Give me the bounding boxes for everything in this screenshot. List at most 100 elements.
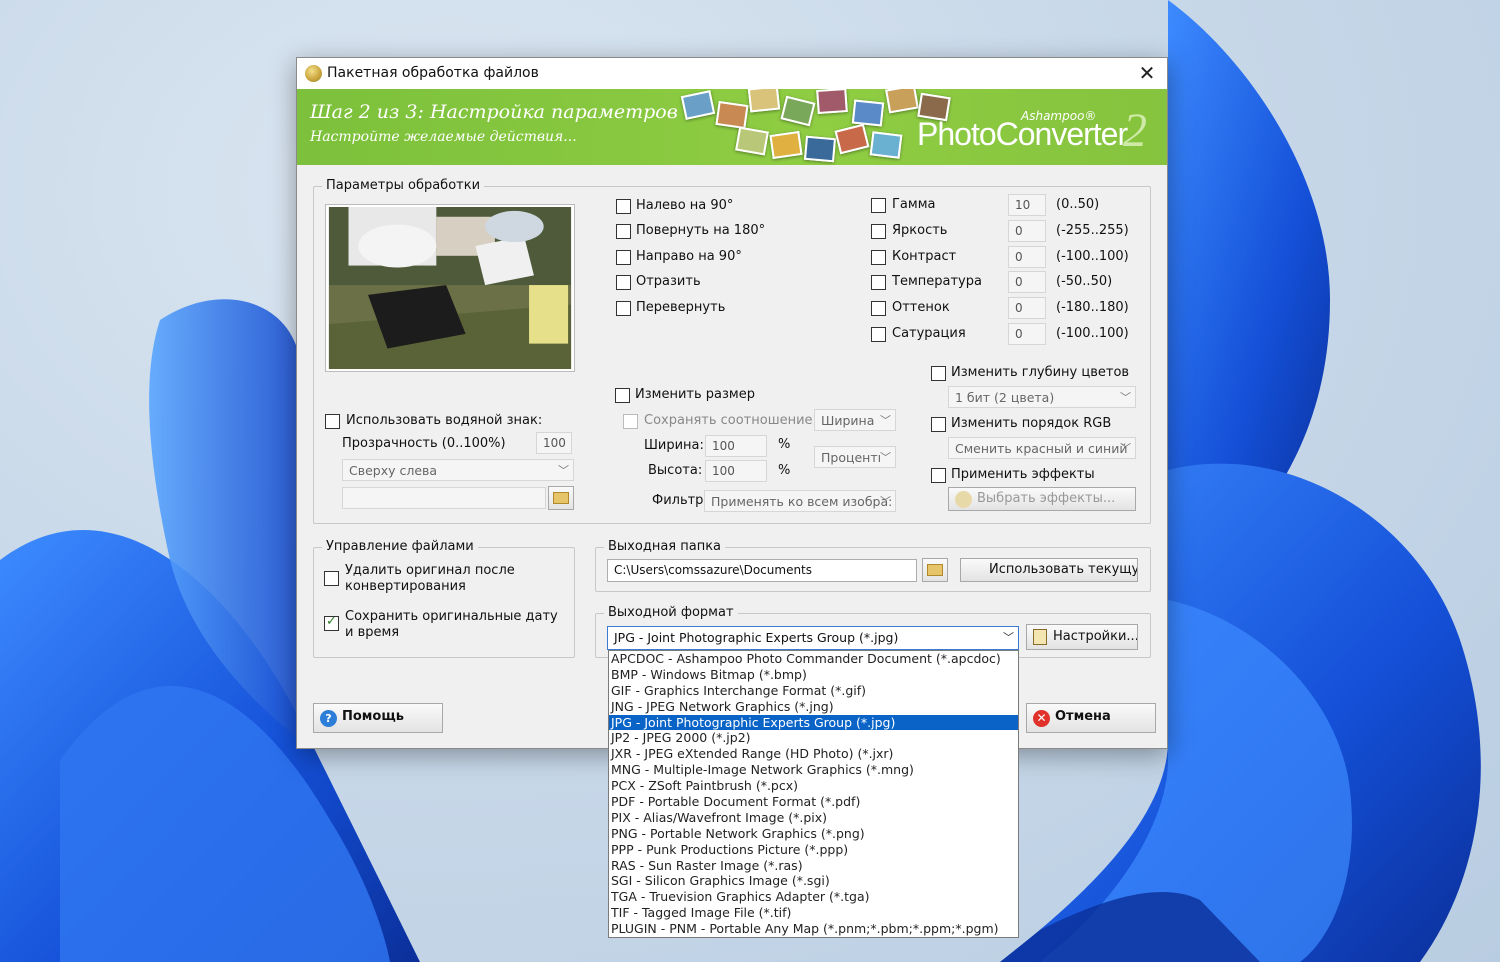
height-input[interactable]: 100 bbox=[705, 460, 767, 482]
ratio-basis-value: Ширина bbox=[821, 413, 875, 428]
gamma-label: Гамма bbox=[892, 197, 936, 212]
keep-ratio-label: Сохранять соотношение bbox=[644, 413, 813, 428]
color-depth-checkbox[interactable] bbox=[931, 366, 946, 381]
gamma-input[interactable]: 10 bbox=[1008, 194, 1046, 216]
gamma-checkbox[interactable] bbox=[871, 198, 886, 213]
mirror-checkbox[interactable] bbox=[616, 275, 631, 290]
step-title: Шаг 2 из 3: Настройка параметров bbox=[310, 101, 678, 123]
color-depth-label: Изменить глубину цветов bbox=[951, 365, 1130, 380]
filter-select[interactable]: Применять ко всем изобра: ﹀ bbox=[704, 490, 896, 512]
keep-dates-label: Сохранить оригинальные дату и время bbox=[345, 609, 558, 640]
contrast-checkbox[interactable] bbox=[871, 250, 886, 265]
width-input[interactable]: 100 bbox=[705, 435, 767, 457]
format-option[interactable]: TGA - Truevision Graphics Adapter (*.tga… bbox=[609, 889, 1018, 905]
batch-processing-dialog: Пакетная обработка файлов ✕ Шаг 2 из 3: … bbox=[296, 57, 1168, 749]
flip-checkbox[interactable] bbox=[616, 301, 631, 316]
brightness-checkbox[interactable] bbox=[871, 224, 886, 239]
saturation-label: Сатурация bbox=[892, 326, 966, 341]
flip-label: Перевернуть bbox=[636, 300, 726, 315]
format-option[interactable]: PIX - Alias/Wavefront Image (*.pix) bbox=[609, 810, 1018, 826]
saturation-checkbox[interactable] bbox=[871, 327, 886, 342]
resize-checkbox[interactable] bbox=[615, 388, 630, 403]
format-option[interactable]: SGI - Silicon Graphics Image (*.sgi) bbox=[609, 873, 1018, 889]
cancel-button[interactable]: ✕ Отмена bbox=[1026, 703, 1156, 733]
help-button[interactable]: ? Помощь bbox=[313, 703, 443, 733]
close-button[interactable]: ✕ bbox=[1135, 61, 1159, 85]
watermark-checkbox[interactable] bbox=[325, 414, 340, 429]
delete-original-checkbox[interactable] bbox=[324, 571, 339, 586]
rgb-order-select[interactable]: Сменить красный и синий ﹀ bbox=[948, 437, 1136, 459]
chevron-down-icon: ﹀ bbox=[1120, 442, 1131, 455]
help-icon: ? bbox=[320, 710, 337, 727]
watermark-file-input[interactable] bbox=[342, 487, 546, 509]
folder-icon bbox=[553, 492, 569, 504]
output-format-select[interactable]: JPG - Joint Photographic Experts Group (… bbox=[607, 626, 1019, 650]
format-option[interactable]: APCDOC - Ashampoo Photo Commander Docume… bbox=[609, 651, 1018, 667]
resize-label: Изменить размер bbox=[635, 387, 755, 402]
effects-checkbox[interactable] bbox=[931, 468, 946, 483]
temperature-checkbox[interactable] bbox=[871, 275, 886, 290]
contrast-label: Контраст bbox=[892, 249, 957, 264]
hue-checkbox[interactable] bbox=[871, 301, 886, 316]
hue-input[interactable]: 0 bbox=[1008, 297, 1046, 319]
format-option[interactable]: PLUGIN - PNM - Portable Any Map (*.pnm;*… bbox=[609, 921, 1018, 937]
gamma-range: (0..50) bbox=[1056, 197, 1100, 212]
format-option[interactable]: MNG - Multiple-Image Network Graphics (*… bbox=[609, 762, 1018, 778]
format-option[interactable]: TIF - Tagged Image File (*.tif) bbox=[609, 905, 1018, 921]
output-folder-group: Выходная папка C:\Users\comssazure\Docum… bbox=[595, 539, 1151, 592]
rotate-right-label: Направо на 90° bbox=[636, 249, 742, 264]
file-management-title: Управление файлами bbox=[322, 539, 478, 554]
choose-effects-button[interactable]: Выбрать эффекты... bbox=[948, 487, 1136, 511]
use-current-folder-label: Использовать текущую bbox=[989, 562, 1138, 577]
format-option[interactable]: RAS - Sun Raster Image (*.ras) bbox=[609, 858, 1018, 874]
height-label: Высота: bbox=[648, 463, 703, 478]
transparency-input[interactable]: 100 bbox=[536, 432, 572, 454]
rotate-right-checkbox[interactable] bbox=[616, 250, 631, 265]
browse-watermark-button[interactable] bbox=[548, 486, 574, 510]
format-option[interactable]: BMP - Windows Bitmap (*.bmp) bbox=[609, 667, 1018, 683]
watermark-position-select[interactable]: Сверху слева ﹀ bbox=[342, 459, 574, 481]
rotate-180-label: Повернуть на 180° bbox=[636, 223, 766, 238]
temperature-range: (-50..50) bbox=[1056, 274, 1113, 289]
output-format-title: Выходной формат bbox=[604, 605, 738, 620]
cancel-icon: ✕ bbox=[1033, 710, 1050, 727]
rgb-order-checkbox[interactable] bbox=[931, 417, 946, 432]
units-value: Процентı bbox=[821, 450, 882, 465]
cancel-label: Отмена bbox=[1055, 709, 1111, 724]
use-current-folder-button[interactable]: Использовать текущую bbox=[960, 558, 1138, 582]
rotate-left-checkbox[interactable] bbox=[616, 199, 631, 214]
format-option[interactable]: GIF - Graphics Interchange Format (*.gif… bbox=[609, 683, 1018, 699]
browse-folder-button[interactable] bbox=[922, 558, 948, 582]
format-option[interactable]: JXR - JPEG eXtended Range (HD Photo) (*.… bbox=[609, 746, 1018, 762]
format-option[interactable]: PPP - Punk Productions Picture (*.ppp) bbox=[609, 842, 1018, 858]
ratio-basis-select[interactable]: Ширина ﹀ bbox=[814, 409, 896, 431]
format-option-selected[interactable]: JPG - Joint Photographic Experts Group (… bbox=[609, 714, 1018, 731]
keep-dates-checkbox[interactable] bbox=[324, 614, 339, 631]
output-folder-input[interactable]: C:\Users\comssazure\Documents bbox=[607, 559, 917, 582]
contrast-range: (-100..100) bbox=[1056, 249, 1129, 264]
help-label: Помощь bbox=[342, 709, 404, 724]
format-option[interactable]: JP2 - JPEG 2000 (*.jp2) bbox=[609, 730, 1018, 746]
folder-icon bbox=[927, 564, 943, 576]
format-option[interactable]: PCX - ZSoft Paintbrush (*.pcx) bbox=[609, 778, 1018, 794]
format-option[interactable]: PDF - Portable Document Format (*.pdf) bbox=[609, 794, 1018, 810]
rotate-180-checkbox[interactable] bbox=[616, 224, 631, 239]
mirror-label: Отразить bbox=[636, 274, 701, 289]
brightness-label: Яркость bbox=[892, 223, 948, 238]
chevron-down-icon: ﹀ bbox=[1120, 391, 1131, 404]
format-option[interactable]: JNG - JPEG Network Graphics (*.jng) bbox=[609, 699, 1018, 715]
format-option[interactable]: PNG - Portable Network Graphics (*.png) bbox=[609, 826, 1018, 842]
format-settings-button[interactable]: Настройки... bbox=[1026, 624, 1138, 650]
contrast-input[interactable]: 0 bbox=[1008, 246, 1046, 268]
brightness-range: (-255..255) bbox=[1056, 223, 1129, 238]
temperature-input[interactable]: 0 bbox=[1008, 271, 1046, 293]
rgb-order-value: Сменить красный и синий bbox=[955, 441, 1128, 456]
brightness-input[interactable]: 0 bbox=[1008, 220, 1046, 242]
chevron-down-icon: ﹀ bbox=[558, 464, 569, 477]
units-select[interactable]: Процентı ﹀ bbox=[814, 446, 896, 468]
keep-ratio-checkbox[interactable] bbox=[623, 414, 638, 429]
height-unit: % bbox=[778, 463, 791, 478]
saturation-input[interactable]: 0 bbox=[1008, 323, 1046, 345]
hue-range: (-180..180) bbox=[1056, 300, 1129, 315]
color-depth-select[interactable]: 1 бит (2 цвета) ﹀ bbox=[948, 386, 1136, 408]
